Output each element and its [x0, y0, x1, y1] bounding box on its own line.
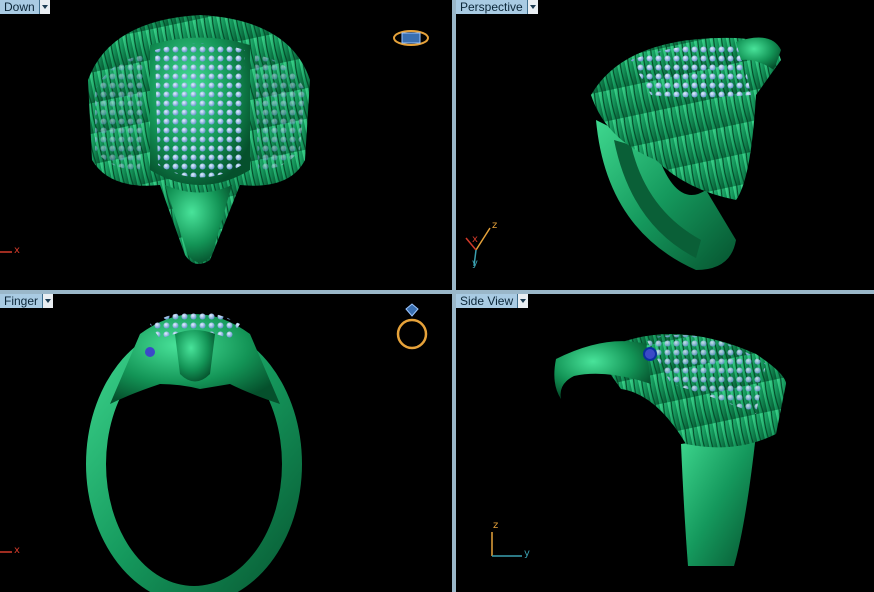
axis-label-z: z — [492, 220, 498, 231]
viewport-front[interactable]: Finger x — [0, 294, 452, 592]
chevron-down-icon[interactable] — [38, 0, 50, 14]
viewport-title-perspective: Perspective — [456, 0, 527, 14]
axis-label-z: z — [493, 520, 499, 531]
viewport-label-side[interactable]: Side View — [456, 294, 529, 308]
viewport-top[interactable]: Down x — [0, 0, 452, 290]
axis-triad-perspective — [465, 227, 491, 267]
viewport-perspective[interactable]: Perspective z x y — [456, 0, 874, 290]
viewport-title-side: Side View — [456, 294, 518, 308]
viewport-side[interactable]: Side View z y — [456, 294, 874, 592]
viewport-title-top: Down — [0, 0, 39, 14]
ring-top-icon[interactable] — [0, 0, 452, 290]
viewport-label-perspective[interactable]: Perspective — [456, 0, 538, 14]
chevron-down-icon[interactable] — [42, 294, 54, 308]
viewport-title-front: Finger — [0, 294, 43, 308]
viewport-splitter-horizontal[interactable] — [0, 290, 874, 294]
axis-label-x: x — [472, 234, 478, 245]
viewport-label-front[interactable]: Finger — [0, 294, 54, 308]
viewport-label-top[interactable]: Down — [0, 0, 50, 14]
axis-label-y: y — [472, 258, 478, 269]
chevron-down-icon[interactable] — [517, 294, 529, 308]
chevron-down-icon[interactable] — [526, 0, 538, 14]
axis-triad-side — [491, 532, 522, 557]
axis-label-y: y — [524, 548, 530, 559]
ring-front-icon[interactable] — [0, 294, 452, 592]
